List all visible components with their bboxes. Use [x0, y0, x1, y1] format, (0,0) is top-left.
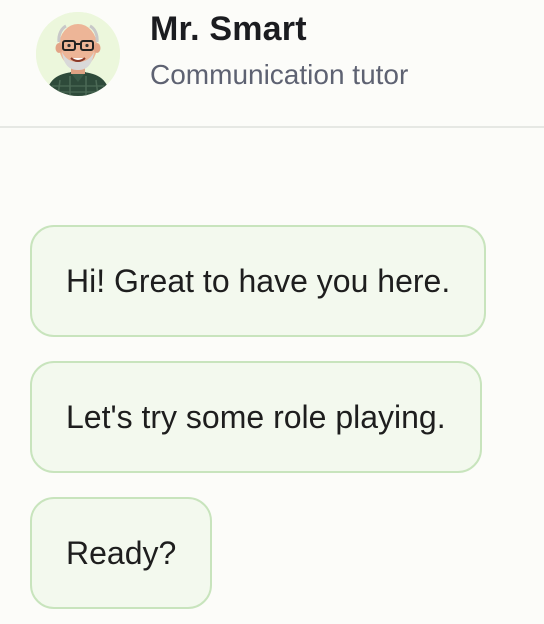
tutor-avatar-icon[interactable] — [36, 12, 120, 96]
tutor-name: Mr. Smart — [150, 10, 307, 48]
tutor-role: Communication tutor — [150, 59, 409, 90]
message-list: Hi! Great to have you here. Let's try so… — [30, 225, 520, 609]
message-bubble: Hi! Great to have you here. — [30, 225, 487, 337]
message-bubble: Let's try some role playing. — [30, 361, 482, 473]
message-bubble: Ready? — [30, 497, 213, 609]
chat-header: Mr. Smart Communication tutor — [0, 0, 544, 128]
chat-screen: Mr. Smart Communication tutor Hi! Great … — [0, 0, 544, 624]
